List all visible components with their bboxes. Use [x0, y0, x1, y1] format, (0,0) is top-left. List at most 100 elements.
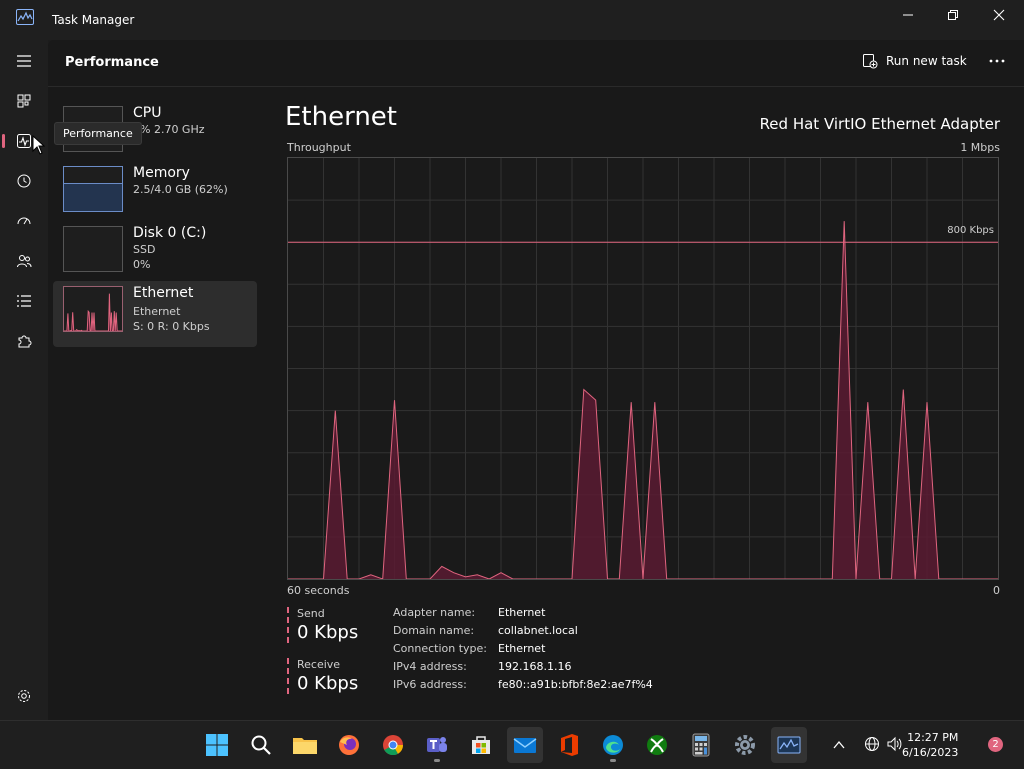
- edge-button[interactable]: [595, 727, 631, 763]
- search-icon: [251, 735, 271, 755]
- send-value: 0 Kbps: [297, 622, 359, 643]
- clock[interactable]: 12:27 PM 6/16/2023: [902, 730, 958, 760]
- device-detail: SSD: [133, 243, 156, 256]
- mail-button[interactable]: [507, 727, 543, 763]
- close-icon: [993, 9, 1005, 21]
- memory-usage-fill: [64, 182, 122, 211]
- nav-services[interactable]: [8, 325, 40, 357]
- edge-icon: [603, 735, 623, 755]
- main-pane: Performance Run new task CPU 1% 2.70 GHz…: [48, 40, 1024, 720]
- history-icon: [17, 174, 31, 188]
- office-icon: [561, 734, 578, 756]
- device-memory[interactable]: Memory 2.5/4.0 GB (62%): [53, 161, 257, 225]
- settings-gear-icon: [735, 735, 755, 755]
- nav-app-history[interactable]: [8, 165, 40, 197]
- device-detail: 2.5/4.0 GB (62%): [133, 183, 228, 196]
- clock-date: 6/16/2023: [902, 746, 959, 759]
- settings-button[interactable]: [727, 727, 763, 763]
- throughput-label: Throughput: [287, 141, 351, 154]
- minimize-button[interactable]: [885, 0, 931, 30]
- device-name: Ethernet: [133, 285, 194, 301]
- device-ethernet[interactable]: Ethernet Ethernet S: 0 R: 0 Kbps: [53, 281, 257, 347]
- nav-settings[interactable]: [8, 680, 40, 712]
- device-throughput: S: 0 R: 0 Kbps: [133, 320, 210, 333]
- ethernet-thumbnail-graph: [64, 293, 122, 331]
- chrome-button[interactable]: [375, 727, 411, 763]
- disk-thumbnail: [63, 226, 123, 272]
- chrome-icon: [383, 735, 404, 756]
- page-title: Performance: [65, 55, 159, 70]
- calculator-button[interactable]: [683, 727, 719, 763]
- firefox-icon: [339, 735, 359, 755]
- xbox-icon: [647, 735, 667, 755]
- detail-key: Connection type:: [393, 642, 488, 655]
- clock-time: 12:27 PM: [907, 731, 959, 744]
- puzzle-icon: [18, 335, 32, 348]
- file-explorer-button[interactable]: [287, 727, 323, 763]
- task-manager-icon: [16, 9, 34, 25]
- detail-key: IPv6 address:: [393, 678, 467, 691]
- detail-value: collabnet.local: [498, 624, 578, 637]
- teams-icon: [427, 737, 447, 752]
- performance-tooltip: Performance: [54, 122, 142, 145]
- maximize-button[interactable]: [930, 0, 976, 30]
- throughput-graph: 800 Kbps: [287, 157, 999, 580]
- send-stat: Send 0 Kbps: [287, 607, 358, 643]
- new-task-icon: [863, 54, 878, 69]
- mouse-cursor-icon: [32, 135, 46, 155]
- command-bar: Performance Run new task: [48, 40, 1024, 87]
- network-tray-button[interactable]: [864, 736, 880, 756]
- store-icon: [472, 736, 490, 754]
- performance-icon: [17, 134, 31, 148]
- nav-details[interactable]: [8, 285, 40, 317]
- device-disk[interactable]: Disk 0 (C:) SSD 0%: [53, 221, 257, 285]
- folder-icon: [293, 738, 317, 754]
- run-new-task-button[interactable]: Run new task: [862, 53, 967, 69]
- detail-key: Domain name:: [393, 624, 475, 637]
- throughput-chart: [288, 158, 998, 580]
- xbox-button[interactable]: [639, 727, 675, 763]
- globe-icon: [865, 737, 879, 751]
- run-new-task-label: Run new task: [886, 54, 967, 68]
- receive-stat: Receive 0 Kbps: [287, 658, 358, 694]
- device-usage: 0%: [133, 258, 151, 271]
- show-hidden-icons-button[interactable]: [832, 737, 846, 756]
- receive-value: 0 Kbps: [297, 673, 359, 694]
- chevron-up-icon: [833, 740, 845, 749]
- store-button[interactable]: [463, 727, 499, 763]
- menu-button[interactable]: [8, 45, 40, 77]
- taskbar: 12:27 PM 6/16/2023 2: [0, 720, 1024, 769]
- max-scale-label: 1 Mbps: [960, 141, 1000, 154]
- nav-processes[interactable]: [8, 85, 40, 117]
- nav-users[interactable]: [8, 245, 40, 277]
- start-button[interactable]: [199, 727, 235, 763]
- task-manager-taskbar-button[interactable]: [771, 727, 807, 763]
- receive-label: Receive: [297, 658, 341, 671]
- minimize-icon: [903, 14, 913, 16]
- mail-icon: [513, 738, 537, 753]
- notification-badge[interactable]: 2: [988, 737, 1003, 752]
- window-title: Task Manager: [52, 13, 135, 27]
- processes-icon: [17, 94, 31, 108]
- close-button[interactable]: [976, 0, 1022, 30]
- teams-button[interactable]: [419, 727, 455, 763]
- firefox-button[interactable]: [331, 727, 367, 763]
- reference-line-label: 800 Kbps: [947, 225, 994, 236]
- gear-icon: [18, 690, 30, 702]
- windows-logo-icon: [206, 734, 228, 756]
- calculator-icon: [692, 733, 710, 757]
- hamburger-icon: [17, 55, 31, 67]
- nav-startup-apps[interactable]: [8, 205, 40, 237]
- title-bar: Task Manager: [0, 0, 1024, 40]
- detail-value: Ethernet: [498, 606, 546, 619]
- device-name: CPU: [133, 105, 162, 121]
- time-axis-end: 0: [993, 584, 1000, 597]
- office-button[interactable]: [551, 727, 587, 763]
- more-icon: [989, 59, 1005, 63]
- send-label: Send: [297, 607, 325, 620]
- search-button[interactable]: [243, 727, 279, 763]
- device-name: Memory: [133, 165, 190, 181]
- speedometer-icon: [17, 217, 31, 225]
- ethernet-thumbnail: [63, 286, 123, 332]
- more-options-button[interactable]: [988, 52, 1006, 74]
